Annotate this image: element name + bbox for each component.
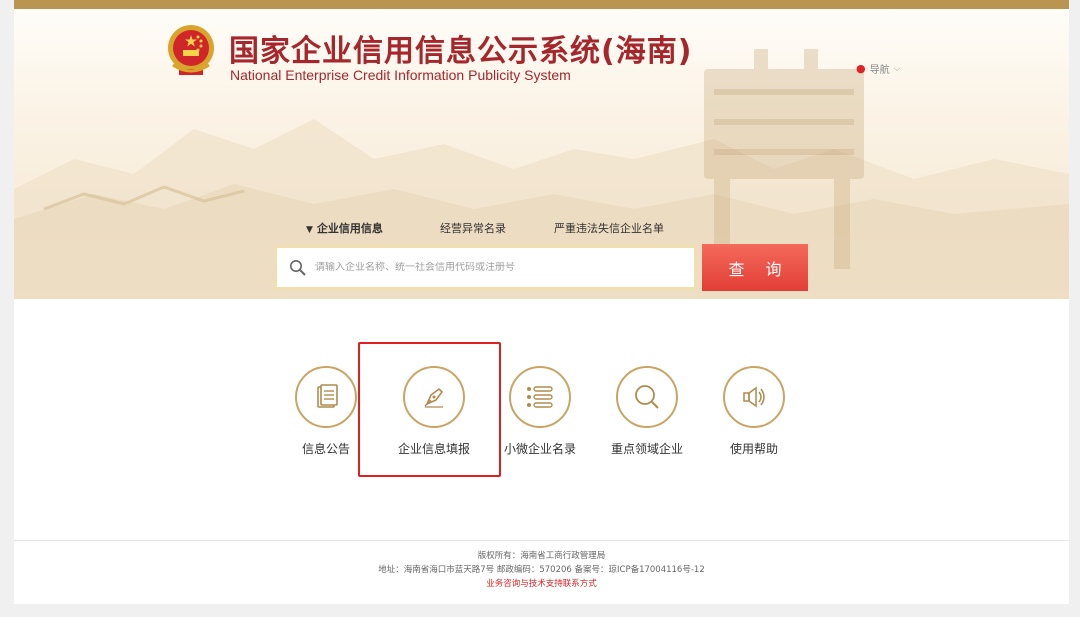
feature-circle <box>616 366 678 428</box>
tab-serious-violation-list[interactable]: 严重违法失信企业名单 <box>554 220 664 236</box>
tab-label: 企业信用信息 <box>316 222 383 235</box>
list-icon <box>527 386 553 408</box>
page: 国家企业信用信息公示系统(海南) National Enterprise Cre… <box>14 0 1069 604</box>
footer: 版权所有：海南省工商行政管理局 地址：海南省海口市蓝天路7号 邮政编码：5702… <box>14 549 1069 591</box>
national-emblem-icon <box>168 25 214 75</box>
feature-help[interactable]: 使用帮助 <box>694 366 814 457</box>
site-title: 国家企业信用信息公示系统(海南) <box>229 34 693 69</box>
footer-address: 地址：海南省海口市蓝天路7号 邮政编码：570206 备案号：琼ICP备1700… <box>378 565 705 575</box>
triangle-down-icon: ▼ <box>306 225 313 235</box>
tab-abnormal-list[interactable]: 经营异常名录 <box>440 220 506 236</box>
footer-copyright: 版权所有：海南省工商行政管理局 <box>477 551 606 561</box>
feature-circle <box>295 366 357 428</box>
feature-circle <box>509 366 571 428</box>
feature-circle <box>723 366 785 428</box>
location-pin-icon: ● <box>856 62 866 75</box>
top-bar <box>14 0 1069 9</box>
search-tabs: ▼ 企业信用信息 经营异常名录 严重违法失信企业名单 <box>306 220 726 238</box>
search-icon <box>290 259 306 276</box>
search-input[interactable] <box>315 262 675 273</box>
document-icon <box>317 384 338 408</box>
footer-divider <box>14 540 1069 541</box>
footer-support-link[interactable]: 业务咨询与技术支持联系方式 <box>14 577 1069 591</box>
feature-key-sector-enterprises[interactable]: 重点领域企业 <box>587 366 707 457</box>
chevron-down-icon: ⌵ <box>893 63 901 74</box>
search-box <box>274 245 697 290</box>
search-button[interactable]: 查 询 <box>702 244 808 291</box>
tab-enterprise-credit[interactable]: ▼ 企业信用信息 <box>306 220 383 236</box>
feature-label: 使用帮助 <box>729 442 778 456</box>
nav-label: 导航 <box>869 65 890 76</box>
speaker-icon <box>743 386 765 408</box>
feature-label: 重点领域企业 <box>610 442 683 456</box>
site-subtitle: National Enterprise Credit Information P… <box>230 67 571 83</box>
magnifier-icon <box>635 385 659 409</box>
highlight-annotation-box <box>358 342 501 477</box>
nav-menu[interactable]: ● 导航 ⌵ <box>856 61 900 76</box>
